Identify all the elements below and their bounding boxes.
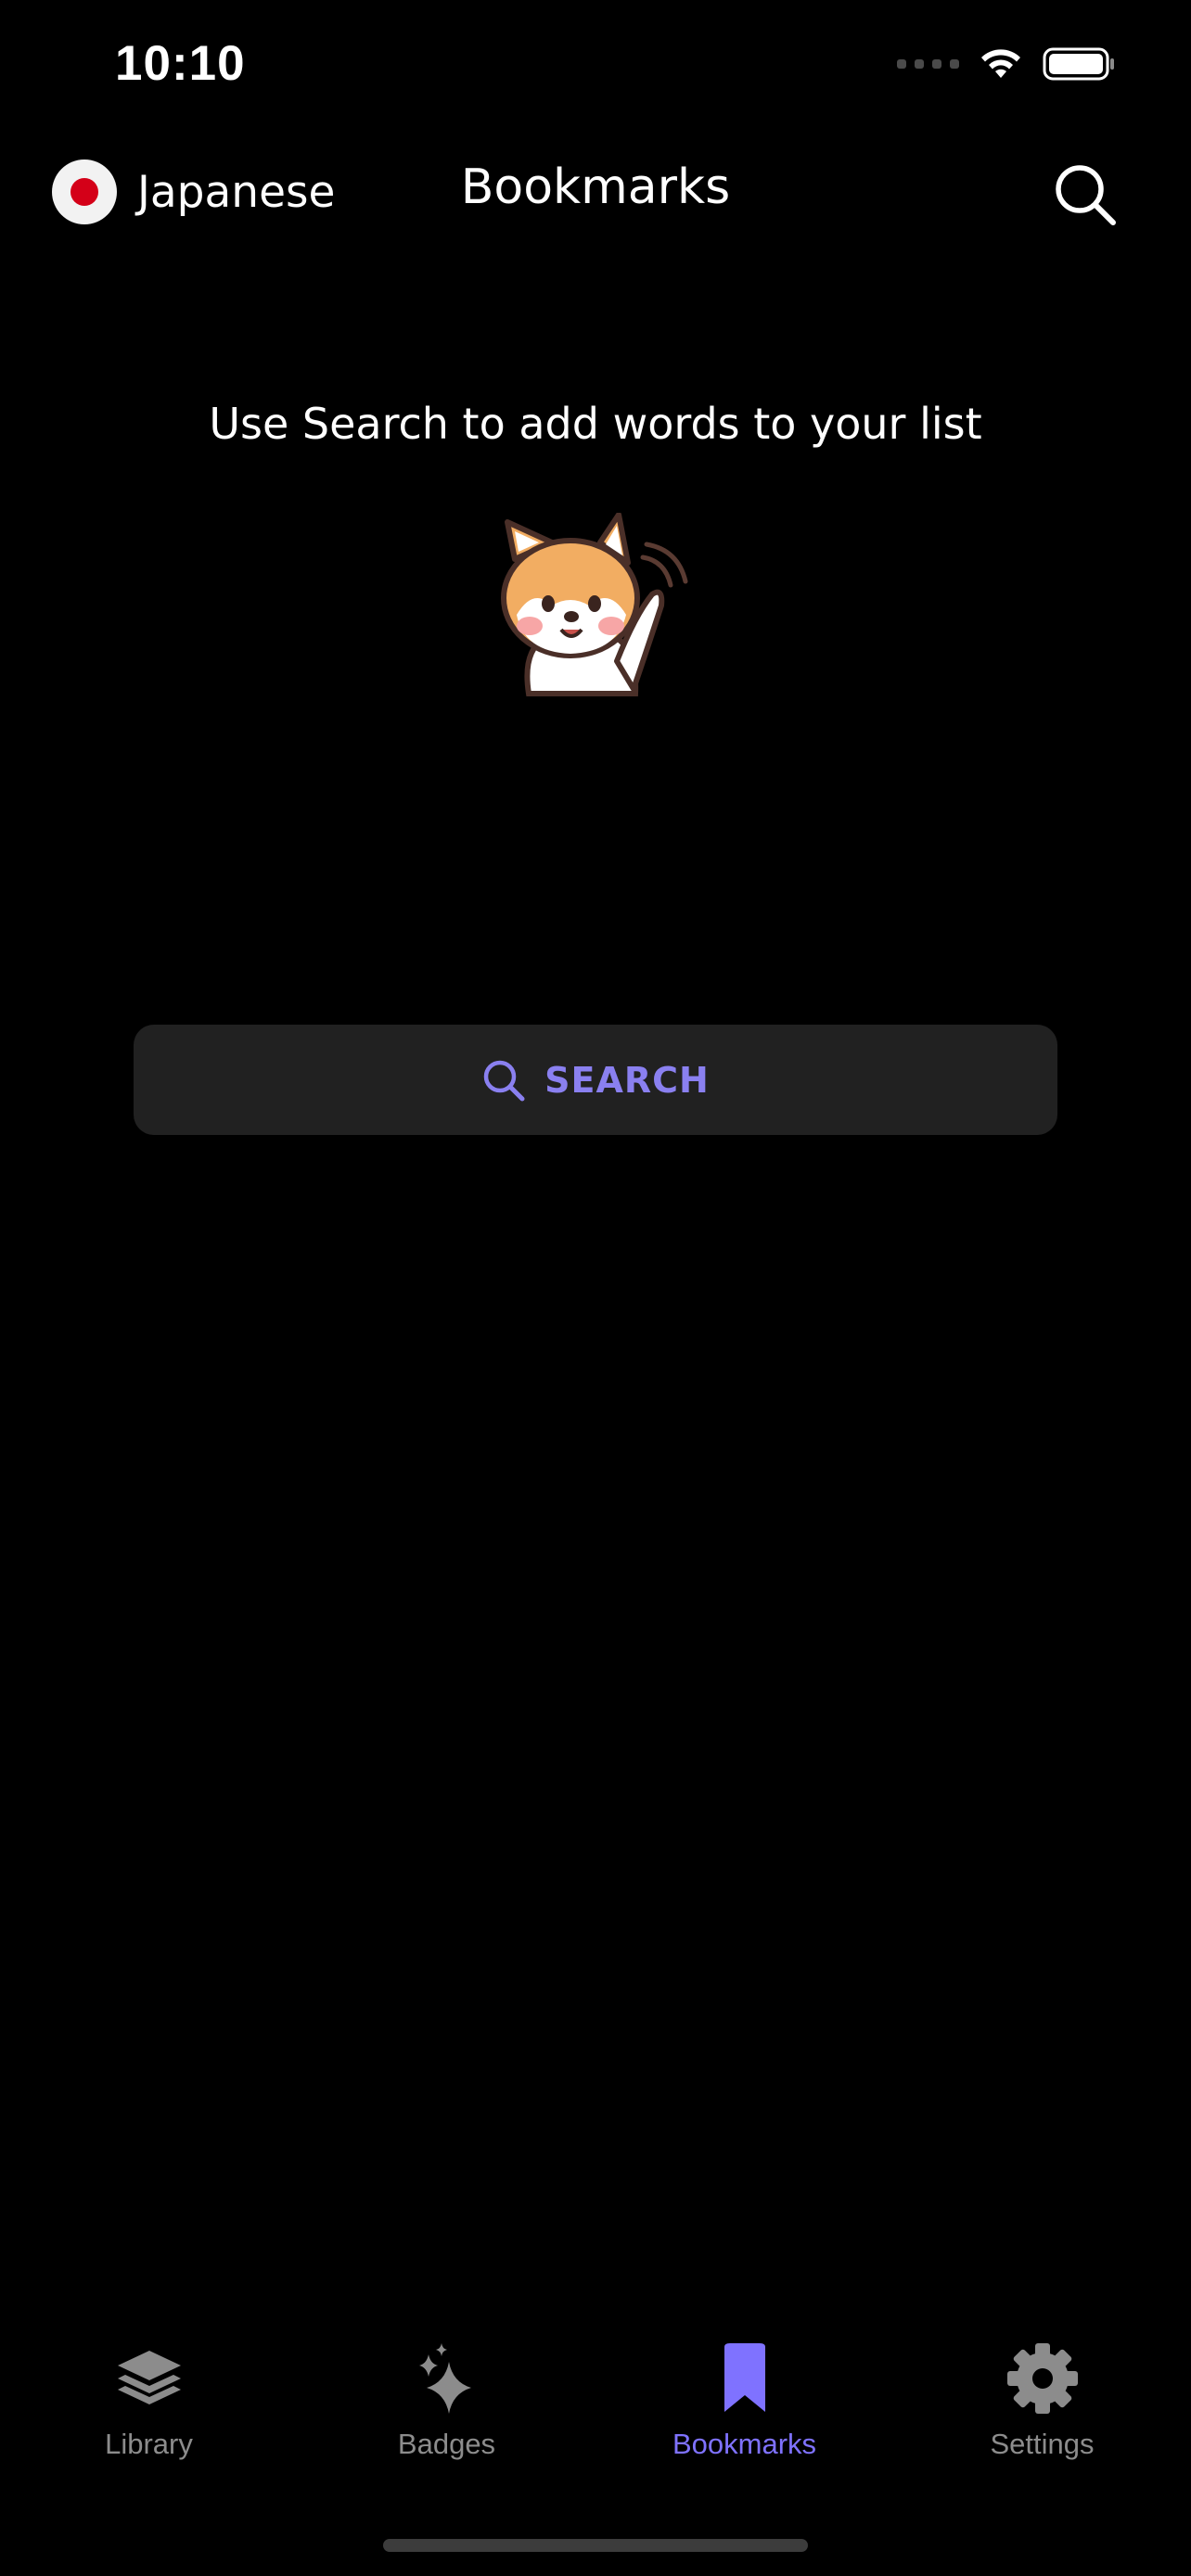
status-icons [897,46,1117,82]
tab-bookmarks[interactable]: Bookmarks [596,2337,893,2504]
tab-bar: Library Badges Bookmarks Settings [0,2337,1191,2504]
search-icon [483,1060,525,1101]
app-header: Japanese Bookmarks [0,139,1191,250]
empty-state-message: Use Search to add words to your list [209,399,982,449]
search-button-label: SEARCH [544,1059,710,1101]
shiba-mascot-icon [501,513,688,696]
home-indicator [383,2539,808,2552]
language-label: Japanese [137,166,336,218]
status-time: 10:10 [115,36,246,91]
search-icon [1056,165,1116,225]
search-button[interactable]: SEARCH [134,1025,1057,1135]
status-bar: 10:10 [0,0,1191,139]
wifi-icon [981,49,1020,78]
bookmark-icon [703,2337,787,2420]
gear-icon [1001,2337,1084,2420]
tab-settings[interactable]: Settings [893,2337,1191,2504]
tab-label: Badges [397,2428,496,2460]
cellular-signal-icon [897,59,959,69]
sparkle-icon [405,2337,489,2420]
tab-label: Bookmarks [672,2428,817,2460]
tab-label: Library [105,2428,193,2460]
header-search-button[interactable] [1048,158,1122,232]
tab-library[interactable]: Library [0,2337,298,2504]
japan-flag-icon [52,159,117,224]
tab-badges[interactable]: Badges [298,2337,596,2504]
battery-icon [1043,47,1114,81]
language-selector[interactable]: Japanese [52,159,335,224]
tab-label: Settings [990,2428,1095,2460]
stack-layers-icon [108,2337,191,2420]
